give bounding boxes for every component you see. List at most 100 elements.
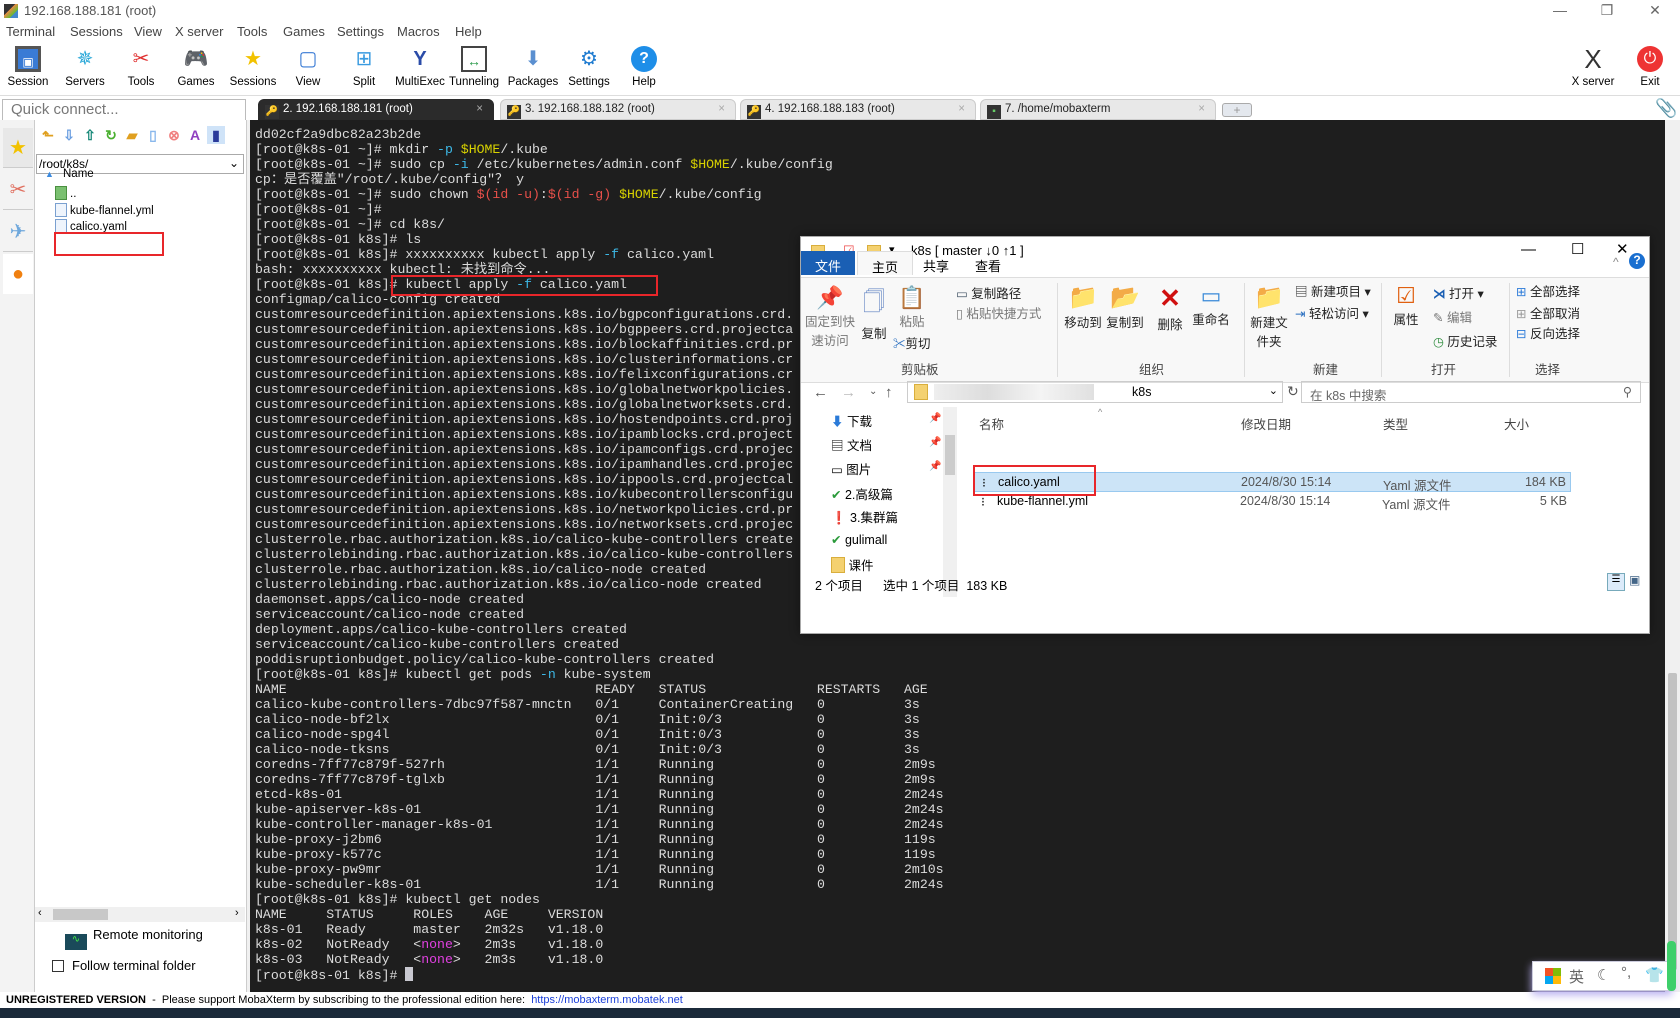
pin-quick-access-button[interactable]: 📌 固定到快速访问: [805, 285, 855, 349]
skin-shirt-icon[interactable]: 👕: [1645, 966, 1664, 984]
tools-button[interactable]: ✂ Tools: [113, 44, 169, 94]
copy-to-button[interactable]: 📂 复制到: [1105, 283, 1145, 331]
new-file-icon[interactable]: ▯: [144, 126, 162, 144]
nav-item-pictures[interactable]: ▭ 图片: [831, 459, 871, 478]
menu-help[interactable]: Help: [455, 24, 482, 39]
menu-settings[interactable]: Settings: [337, 24, 384, 39]
servers-button[interactable]: ✵ Servers: [57, 44, 113, 94]
multiexec-button[interactable]: Y MultiExec: [392, 44, 448, 94]
nav-item-folder[interactable]: 课件: [831, 555, 874, 574]
new-item-button[interactable]: ▤ 新建项目 ▾: [1295, 281, 1371, 300]
close-tab-icon[interactable]: ×: [718, 103, 725, 115]
cut-button[interactable]: ✂剪切: [893, 333, 931, 352]
punctuation-icon[interactable]: °,: [1621, 964, 1631, 981]
sessions-star-icon[interactable]: ★: [3, 128, 33, 168]
tab-session-7[interactable]: ▪ 7. /home/mobaxterm ×: [980, 99, 1216, 120]
split-button[interactable]: ⊞ Split: [336, 44, 392, 94]
select-none-button[interactable]: ⊞ 全部取消: [1516, 303, 1580, 322]
menu-view[interactable]: View: [134, 24, 162, 39]
scroll-thumb[interactable]: [53, 909, 108, 920]
parent-folder-icon[interactable]: ⬑: [39, 126, 57, 144]
column-name[interactable]: 名称: [979, 414, 1004, 433]
rename-button[interactable]: ▭ 重命名: [1191, 283, 1231, 328]
nav-item-folder[interactable]: ✔ gulimall: [831, 532, 887, 547]
pin-icon[interactable]: 📌: [929, 437, 941, 448]
large-icons-view-icon[interactable]: ▣: [1629, 573, 1640, 587]
refresh-icon[interactable]: ↻: [1287, 383, 1299, 400]
pin-icon[interactable]: 📌: [929, 461, 941, 472]
toggle-view-icon[interactable]: ▮: [207, 126, 225, 144]
column-date[interactable]: 修改日期: [1241, 414, 1291, 433]
paperclip-icon[interactable]: 📎: [1655, 98, 1677, 119]
recent-locations-button[interactable]: ⌄: [869, 386, 877, 397]
edit-button[interactable]: ✎ 编辑: [1433, 307, 1472, 326]
minimize-button[interactable]: —: [1545, 2, 1575, 18]
forward-button[interactable]: →: [841, 384, 856, 401]
new-folder-button[interactable]: 📁 新建文件夹: [1249, 283, 1289, 350]
games-button[interactable]: 🎮 Games: [168, 44, 224, 94]
help-button[interactable]: ? Help: [616, 44, 672, 94]
scroll-right-icon[interactable]: ›: [235, 907, 239, 919]
tab-file[interactable]: 文件: [801, 251, 856, 275]
x-server-button[interactable]: X X server: [1565, 44, 1621, 94]
nav-item-documents[interactable]: ▤ 文档: [831, 435, 872, 454]
view-button[interactable]: ▢ View: [280, 44, 336, 94]
remote-monitoring-button[interactable]: ∿ Remote monitoring: [65, 927, 203, 950]
column-name[interactable]: Name: [63, 168, 94, 180]
moon-icon[interactable]: ☾: [1597, 966, 1610, 984]
menu-x-server[interactable]: X server: [175, 24, 223, 39]
sessions-button[interactable]: ★ Sessions: [225, 44, 281, 94]
paper-plane-icon[interactable]: ✈: [3, 212, 33, 252]
menu-tools[interactable]: Tools: [237, 24, 267, 39]
file-item[interactable]: kube-flannel.yml: [55, 203, 154, 217]
up-button[interactable]: ↑: [885, 384, 893, 401]
column-type[interactable]: 类型: [1383, 414, 1408, 433]
mobatek-link[interactable]: https://mobaxterm.mobatek.net: [531, 994, 683, 1006]
chevron-down-icon[interactable]: ⌄: [1269, 384, 1278, 397]
new-folder-icon[interactable]: ▰: [123, 126, 141, 144]
tab-session-2[interactable]: 🔑 2. 192.168.188.181 (root) ×: [258, 99, 494, 120]
copy-button[interactable]: 🗍 复制: [859, 285, 889, 342]
history-button[interactable]: ◷ 历史记录: [1433, 331, 1497, 350]
nav-item-folder[interactable]: ✔ 2.高级篇: [831, 484, 893, 503]
address-bar[interactable]: k8s ⌄: [907, 381, 1283, 403]
rename-icon[interactable]: A: [186, 126, 204, 144]
close-tab-icon[interactable]: ×: [476, 103, 483, 115]
delete-icon[interactable]: ⊗: [165, 126, 183, 144]
session-button[interactable]: ▣ Session: [0, 44, 56, 94]
back-button[interactable]: ←: [813, 384, 828, 401]
easy-access-button[interactable]: ⇥ 轻松访问 ▾: [1295, 303, 1369, 322]
properties-button[interactable]: ☑ 属性: [1391, 283, 1421, 328]
nav-item-folder[interactable]: ❗ 3.集群篇: [831, 507, 898, 526]
help-icon[interactable]: ?: [1629, 253, 1645, 269]
sftp-globe-icon[interactable]: ●: [3, 254, 33, 294]
invert-selection-button[interactable]: ⊟ 反向选择: [1516, 323, 1580, 342]
move-to-button[interactable]: 📁 移动到: [1063, 283, 1103, 331]
ime-language[interactable]: 英: [1569, 966, 1584, 987]
menu-macros[interactable]: Macros: [397, 24, 440, 39]
maximize-button[interactable]: ☐: [1571, 240, 1584, 258]
delete-button[interactable]: ✕ 删除: [1155, 283, 1185, 333]
ime-toolbar[interactable]: 英 ☾ °, 👕: [1532, 961, 1672, 991]
download-icon[interactable]: ⇩: [60, 126, 78, 144]
tab-view[interactable]: 查看: [961, 251, 1015, 275]
quick-connect-input[interactable]: Quick connect...: [2, 99, 246, 121]
nav-item-downloads[interactable]: ⬇ 下载: [831, 411, 872, 430]
follow-terminal-folder-checkbox[interactable]: Follow terminal folder: [52, 958, 196, 973]
terminal-scrollbar[interactable]: [1665, 120, 1680, 992]
new-tab-button[interactable]: +: [1222, 103, 1252, 117]
tab-session-3[interactable]: 🔑 3. 192.168.188.182 (root) ×: [500, 99, 736, 120]
menu-sessions[interactable]: Sessions: [70, 24, 123, 39]
tab-session-4[interactable]: 🔑 4. 192.168.188.183 (root) ×: [740, 99, 976, 120]
maximize-button[interactable]: ❐: [1592, 2, 1622, 19]
minimize-button[interactable]: —: [1521, 241, 1536, 258]
close-tab-icon[interactable]: ×: [1198, 103, 1205, 115]
pin-icon[interactable]: 📌: [929, 413, 941, 424]
details-view-icon[interactable]: ☰: [1607, 573, 1625, 591]
copy-path-button[interactable]: ▭ 复制路径: [956, 283, 1021, 302]
close-button[interactable]: ✕: [1640, 2, 1670, 19]
search-input[interactable]: 在 k8s 中搜索 ⚲: [1301, 381, 1641, 403]
settings-button[interactable]: ⚙ Settings: [561, 44, 617, 94]
refresh-icon[interactable]: ↻: [102, 126, 120, 144]
file-item[interactable]: calico.yaml: [55, 219, 127, 233]
